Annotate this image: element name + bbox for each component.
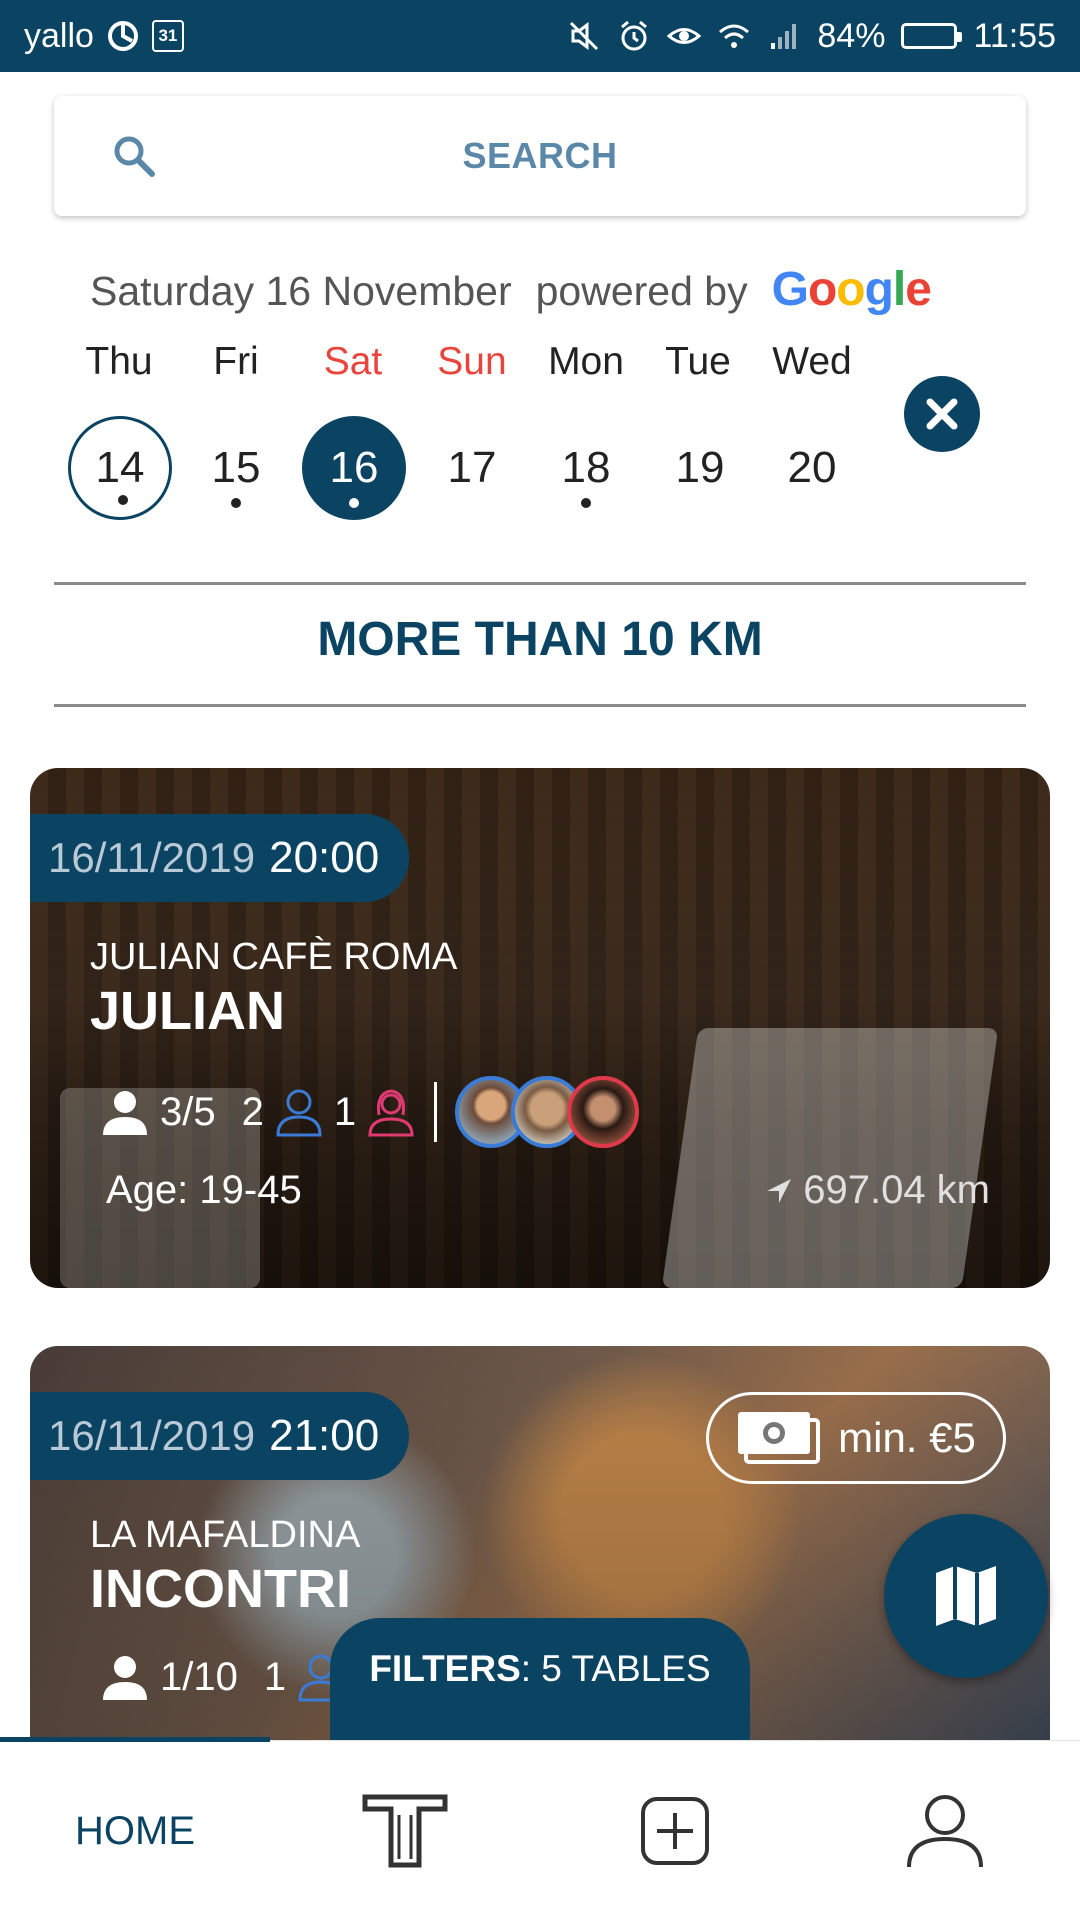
day-14[interactable]: 14 [68,416,172,520]
status-bar: yallo 31 84% 11:55 [0,0,1080,72]
datetime-badge: 16/11/2019 21:00 [30,1392,410,1480]
search-bar[interactable]: SEARCH [54,96,1026,216]
map-button[interactable] [884,1514,1048,1678]
divider [54,582,1026,585]
male-icon [276,1089,322,1137]
participants-row: 3/5 2 1 [100,1076,640,1148]
search-label: SEARCH [462,135,618,176]
price-text: min. €5 [838,1414,976,1461]
person-icon [103,1656,147,1700]
datetime-badge: 16/11/2019 20:00 [30,814,410,902]
search-icon [114,136,155,177]
powered-by-text: powered by [535,268,748,314]
money-icon [738,1412,821,1464]
seats-count: 3/5 [160,1089,216,1134]
event-dot [118,495,128,505]
day-17[interactable]: 17 [420,416,524,520]
clock: 11:55 [973,16,1056,55]
venue-name: JULIAN CAFÈ ROMA [90,936,458,978]
day-19[interactable]: 19 [648,416,752,520]
tables-logo-icon [362,1794,448,1868]
weekday-sat: Sat [323,340,383,383]
day-15[interactable]: 15 [184,416,288,520]
price-badge: min. €5 [706,1392,1006,1484]
event-date: 16/11/2019 [48,834,256,881]
sync-icon [107,21,138,51]
day-16[interactable]: 16 [302,416,406,520]
eye-icon [667,28,702,44]
google-logo: Google [771,263,932,316]
map-icon [936,1566,996,1626]
event-dot [231,498,241,508]
weekday-wed: Wed [772,340,852,383]
wifi-icon [719,24,750,48]
male-count: 2 [241,1089,264,1134]
navigation-arrow-icon [767,1178,792,1203]
battery-percent: 84% [817,16,886,55]
day-20[interactable]: 20 [760,416,864,520]
event-date: 16/11/2019 [48,1412,256,1459]
distance-label: 697.04 km [765,1168,990,1213]
day-18[interactable]: 18 [534,416,638,520]
divider [54,704,1026,707]
seats-count: 1/10 [160,1654,238,1699]
selected-date-text: Saturday 16 November [90,268,512,314]
bottom-navigation: HOME [0,1737,1080,1920]
weekday-thu: Thu [85,340,153,383]
signal-icon [771,24,797,49]
filters-button[interactable]: FILTERS: 5 TABLES [330,1618,750,1740]
nav-create[interactable] [540,1741,810,1920]
avatar[interactable] [567,1076,640,1148]
venue-name: LA MAFALDINA [90,1514,361,1556]
close-icon [926,398,958,430]
weekday-fri: Fri [213,340,259,383]
filters-label: FILTERS [369,1648,521,1689]
distance-filter[interactable]: MORE THAN 10 KM [0,612,1080,667]
battery-icon [901,23,963,49]
carrier-name: yallo [24,16,94,55]
event-title: JULIAN [90,981,286,1041]
age-range: Age: 19-45 [106,1168,302,1212]
male-count: 1 [263,1654,287,1699]
event-card[interactable]: 16/11/2019 20:00 JULIAN CAFÈ ROMA JULIAN… [30,768,1050,1288]
alarm-icon [621,20,648,51]
calendar-icon: 31 [151,20,184,52]
weekday-tue: Tue [665,340,731,383]
date-header: Saturday 16 November powered by Google [90,262,932,317]
participants-row: 1/10 1 [100,1652,346,1702]
female-count: 1 [333,1089,357,1134]
mute-icon [570,21,599,51]
person-icon [103,1091,147,1135]
weekday-mon: Mon [548,340,624,383]
add-icon [641,1797,709,1865]
profile-icon [907,1795,983,1868]
nav-home[interactable]: HOME [0,1741,270,1920]
clear-date-button[interactable] [904,376,980,452]
female-icon [368,1089,414,1137]
nav-profile[interactable] [810,1741,1080,1920]
event-time: 21:00 [269,1411,380,1460]
nav-tables[interactable] [270,1741,540,1920]
weekday-sun: Sun [437,340,507,383]
event-title: INCONTRI [90,1559,351,1619]
filters-value: : 5 TABLES [520,1648,711,1689]
event-dot [581,498,591,508]
event-dot [349,498,359,508]
nav-home-label: HOME [75,1808,195,1853]
event-time: 20:00 [269,833,380,882]
